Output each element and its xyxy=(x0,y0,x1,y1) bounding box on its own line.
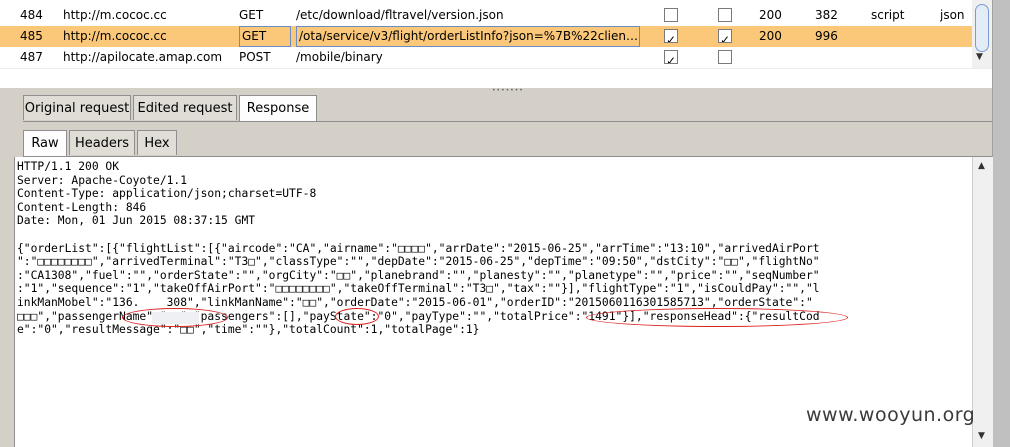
panel-edge xyxy=(0,157,14,447)
tab-raw[interactable]: Raw xyxy=(23,130,67,157)
tab-headers[interactable]: Headers xyxy=(69,130,135,155)
response-line xyxy=(17,228,973,242)
comment-checkbox[interactable] xyxy=(718,8,732,22)
tab-edited-request[interactable]: Edited request xyxy=(133,95,237,120)
row-method: GET xyxy=(239,26,291,47)
table-row[interactable]: 487 http://apilocate.amap.com POST /mobi… xyxy=(0,47,992,68)
edited-checkbox[interactable]: ✓ xyxy=(664,29,678,43)
scroll-down-arrow-icon[interactable]: ▼ xyxy=(976,52,983,62)
annotation-ellipse-orderid xyxy=(586,308,848,327)
tab-hex[interactable]: Hex xyxy=(137,130,177,155)
row-length: 382 xyxy=(815,8,838,22)
response-line: ":"□□□□□□□□","arrivedTerminal":"T3□","cl… xyxy=(17,255,820,269)
row-length: 996 xyxy=(815,29,838,43)
row-number: 487 xyxy=(20,50,43,64)
pane-splitter[interactable]: ••••••• xyxy=(0,88,992,94)
row-status: 200 xyxy=(759,8,782,22)
row-number: 484 xyxy=(20,8,43,22)
response-line: Date: Mon, 01 Jun 2015 08:37:15 GMT xyxy=(17,214,256,228)
row-method: GET xyxy=(239,8,264,22)
row-host: http://m.cococ.cc xyxy=(63,29,167,43)
tab-response[interactable]: Response xyxy=(239,95,317,122)
window-edge xyxy=(992,0,1010,447)
comment-checkbox[interactable] xyxy=(718,50,732,64)
comment-checkbox[interactable]: ✓ xyxy=(718,29,732,43)
row-host: http://apilocate.amap.com xyxy=(63,50,223,64)
response-line: :"CA1308","fuel":"","orderState":"","org… xyxy=(17,268,820,282)
row-url: /etc/download/fltravel/version.json xyxy=(296,8,504,22)
table-row[interactable]: 484 http://m.cococ.cc GET /etc/download/… xyxy=(0,5,992,26)
tab-original-request[interactable]: Original request xyxy=(23,95,131,120)
response-line: :"1","sequence":"1","takeOffAirPort":"□□… xyxy=(17,282,820,296)
annotation-ellipse-mobile xyxy=(122,308,228,327)
scroll-up-arrow-icon[interactable]: ▲ xyxy=(978,161,985,171)
row-status: 200 xyxy=(759,29,782,43)
tab-divider xyxy=(23,121,992,122)
row-number: 485 xyxy=(20,29,43,43)
history-table: 484 http://m.cococ.cc GET /etc/download/… xyxy=(0,0,992,89)
scrollbar-thumb[interactable] xyxy=(975,4,989,52)
row-url: /mobile/binary xyxy=(296,50,383,64)
response-line: Content-Type: application/json;charset=U… xyxy=(17,187,317,201)
row-divider xyxy=(0,68,992,69)
row-method: POST xyxy=(239,50,271,64)
response-line: Content-Length: 846 xyxy=(17,200,147,214)
table-scrollbar[interactable]: ▼ xyxy=(972,0,992,68)
scroll-down-arrow-icon[interactable]: ▼ xyxy=(978,431,985,441)
annotation-ellipse-name xyxy=(335,308,379,325)
watermark: www.wooyun.org xyxy=(806,404,976,426)
row-url: /ota/service/v3/flight/orderListInfo?jso… xyxy=(296,26,640,47)
row-host: http://m.cococ.cc xyxy=(63,8,167,22)
response-line: HTTP/1.1 200 OK xyxy=(17,160,120,173)
splitter-grip-icon[interactable]: ••••••• xyxy=(492,88,524,94)
response-line: {"orderList":[{"flightList":[{"aircode":… xyxy=(17,241,820,255)
table-row-selected[interactable]: 485 http://m.cococ.cc GET /ota/service/v… xyxy=(0,26,992,47)
edited-checkbox[interactable] xyxy=(664,8,678,22)
response-line: Server: Apache-Coyote/1.1 xyxy=(17,173,188,187)
edited-checkbox[interactable]: ✓ xyxy=(664,50,678,64)
row-mime: script xyxy=(871,8,905,22)
